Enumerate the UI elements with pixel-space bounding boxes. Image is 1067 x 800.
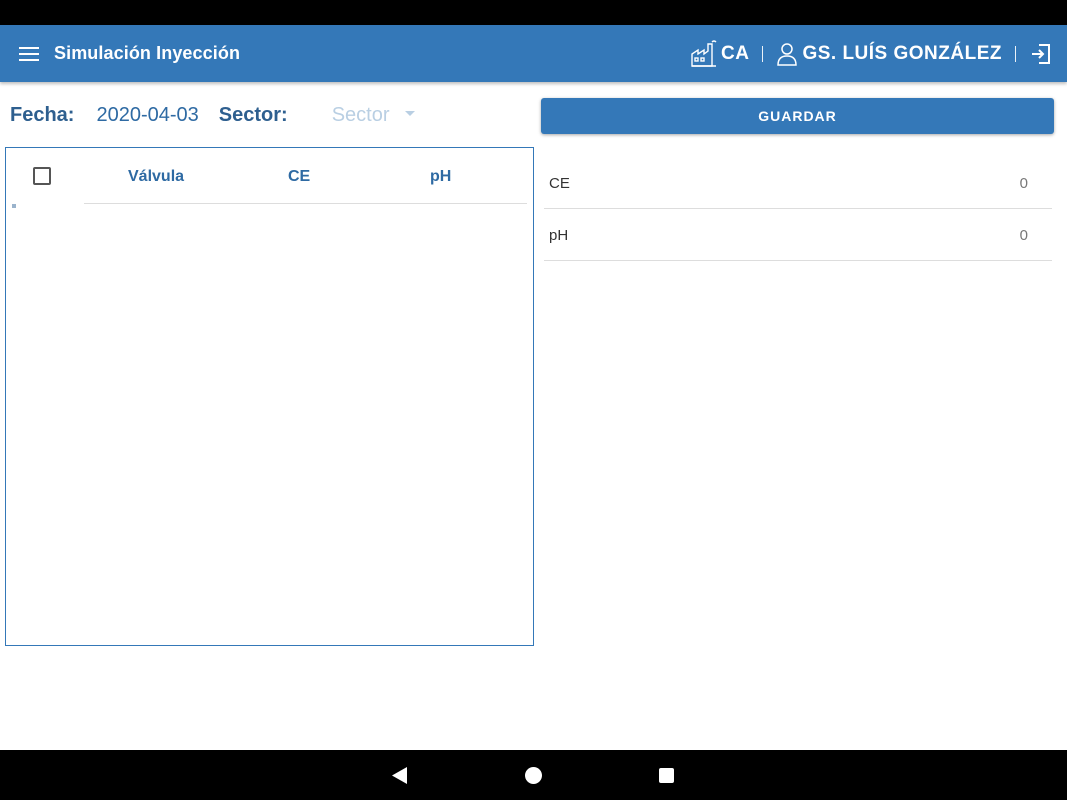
summary-list: CE 0 pH 0 [544, 157, 1052, 261]
home-icon[interactable] [525, 767, 542, 784]
page-title: Simulación Inyección [54, 43, 241, 63]
sector-label: Sector: [218, 103, 288, 126]
date-picker[interactable]: 2020-04-03 [96, 104, 198, 127]
table-header-divider [84, 203, 527, 204]
header-info: CA GS. LUÍS GONZÁLEZ [690, 25, 1067, 82]
summary-value: 0 [1019, 227, 1028, 244]
app-bar: Simulación Inyección CA GS. LUÍS GONZÁLE… [0, 25, 1067, 82]
column-header-ph: pH [430, 168, 452, 185]
menu-icon [19, 47, 39, 61]
summary-label: pH [549, 227, 569, 244]
row-marker [12, 204, 16, 208]
user-name: GS. LUÍS GONZÁLEZ [802, 42, 1002, 64]
chevron-down-icon [404, 111, 415, 116]
menu-button[interactable] [14, 40, 44, 68]
valves-table: Válvula CE pH [5, 147, 534, 646]
header-divider [1015, 45, 1016, 62]
filter-row: Fecha: 2020-04-03 Sector: Sector [10, 100, 415, 130]
save-button[interactable]: GUARDAR [541, 98, 1054, 134]
summary-label: CE [549, 175, 570, 192]
column-header-valvula: Válvula [128, 168, 185, 185]
recent-apps-icon[interactable] [659, 768, 674, 783]
date-label: Fecha: [10, 103, 75, 126]
select-all-checkbox[interactable] [33, 167, 51, 185]
header-divider [762, 45, 764, 62]
status-bar [0, 0, 1067, 25]
user-icon [777, 42, 798, 66]
logout-icon[interactable] [1029, 42, 1053, 66]
sector-dropdown[interactable]: Sector [332, 104, 415, 127]
factory-icon [691, 39, 717, 67]
summary-value: 0 [1019, 175, 1028, 192]
sector-placeholder: Sector [331, 103, 390, 126]
summary-row-ph: pH 0 [544, 209, 1052, 261]
column-header-ce: CE [288, 168, 311, 185]
summary-row-ce: CE 0 [544, 157, 1052, 209]
back-icon[interactable] [392, 767, 408, 784]
site-code: CA [720, 42, 750, 64]
system-nav-bar [0, 750, 1067, 800]
